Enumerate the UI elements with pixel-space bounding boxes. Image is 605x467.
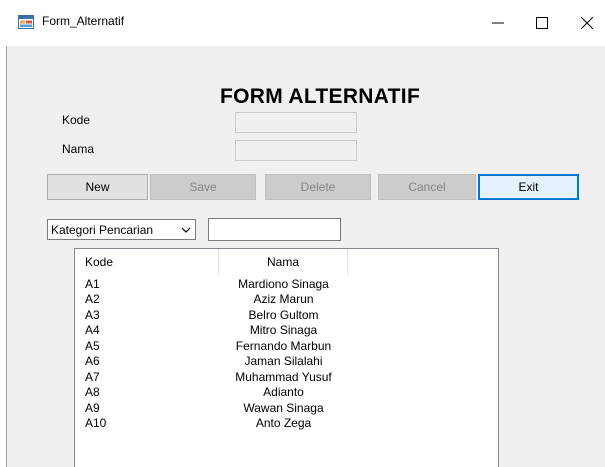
table-row[interactable]: A7 Muhammad Yusuf [75, 369, 348, 385]
kode-cell: A8 [85, 385, 100, 400]
kode-cell: A4 [85, 323, 100, 338]
table-row[interactable]: A10 Anto Zega [75, 416, 348, 432]
nama-cell: Adianto [263, 385, 304, 400]
kode-cell: A6 [85, 354, 100, 369]
page-title: FORM ALTERNATIF [220, 85, 421, 108]
minimize-icon [492, 22, 504, 24]
nama-cell: Mardiono Sinaga [238, 276, 329, 291]
column-header-nama[interactable]: Nama [219, 249, 348, 275]
new-button[interactable]: New [47, 174, 148, 200]
table-row[interactable]: A5 Fernando Marbun [75, 338, 348, 354]
table-row[interactable]: A4 Mitro Sinaga [75, 323, 348, 339]
nama-cell: Anto Zega [255, 416, 312, 431]
nama-cell: Wawan Sinaga [243, 400, 324, 415]
nama-cell: Jaman Silalahi [244, 354, 323, 369]
kode-cell: A10 [85, 416, 107, 431]
kode-cell: A1 [85, 276, 100, 291]
column-header-kode[interactable]: Kode [75, 249, 219, 275]
form-icon [18, 14, 34, 30]
save-button[interactable]: Save [150, 174, 256, 200]
search-category-value: Kategori Pencarian [51, 223, 154, 237]
search-category-select[interactable]: Kategori Pencarian [47, 219, 196, 240]
maximize-button[interactable] [522, 6, 562, 40]
table-row[interactable]: A1 Mardiono Sinaga [75, 276, 348, 292]
window-border [0, 46, 7, 467]
table-row[interactable]: A9 Wawan Sinaga [75, 400, 348, 416]
nama-field[interactable] [235, 140, 357, 161]
form-window: Form_Alternatif FORM ALTERNATIF Kode Nam… [0, 0, 605, 467]
window-title: Form_Alternatif [42, 14, 125, 28]
title-bar[interactable]: Form_Alternatif [0, 0, 605, 46]
nama-cell: Muhammad Yusuf [235, 369, 332, 384]
kode-field[interactable] [235, 112, 357, 133]
table-row[interactable]: A6 Jaman Silalahi [75, 354, 348, 370]
delete-button[interactable]: Delete [265, 174, 371, 200]
kode-cell: A2 [85, 292, 100, 307]
nama-cell: Fernando Marbun [235, 338, 332, 353]
chevron-down-icon [181, 227, 191, 233]
kode-cell: A5 [85, 338, 100, 353]
close-icon [581, 17, 593, 29]
cancel-button[interactable]: Cancel [378, 174, 476, 200]
kode-cell: A3 [85, 307, 100, 322]
nama-cell: Mitro Sinaga [249, 323, 318, 338]
table-row[interactable]: A3 Belro Gultom [75, 307, 348, 323]
nama-cell: Aziz Marun [253, 292, 314, 307]
kode-cell: A7 [85, 369, 100, 384]
kode-cell: A9 [85, 400, 100, 415]
table-header: Kode Nama [75, 249, 348, 275]
exit-button[interactable]: Exit [478, 174, 579, 200]
kode-label: Kode [62, 113, 91, 127]
alternatif-table[interactable]: Kode Nama A1 Mardiono Sinaga A2 Aziz Mar… [74, 248, 499, 467]
minimize-button[interactable] [478, 6, 518, 40]
maximize-icon [536, 17, 548, 29]
close-button[interactable] [567, 6, 605, 40]
table-row[interactable]: A8 Adianto [75, 385, 348, 401]
nama-cell: Belro Gultom [248, 307, 319, 322]
nama-label: Nama [62, 142, 95, 156]
search-input[interactable] [208, 218, 341, 241]
table-row[interactable]: A2 Aziz Marun [75, 292, 348, 308]
